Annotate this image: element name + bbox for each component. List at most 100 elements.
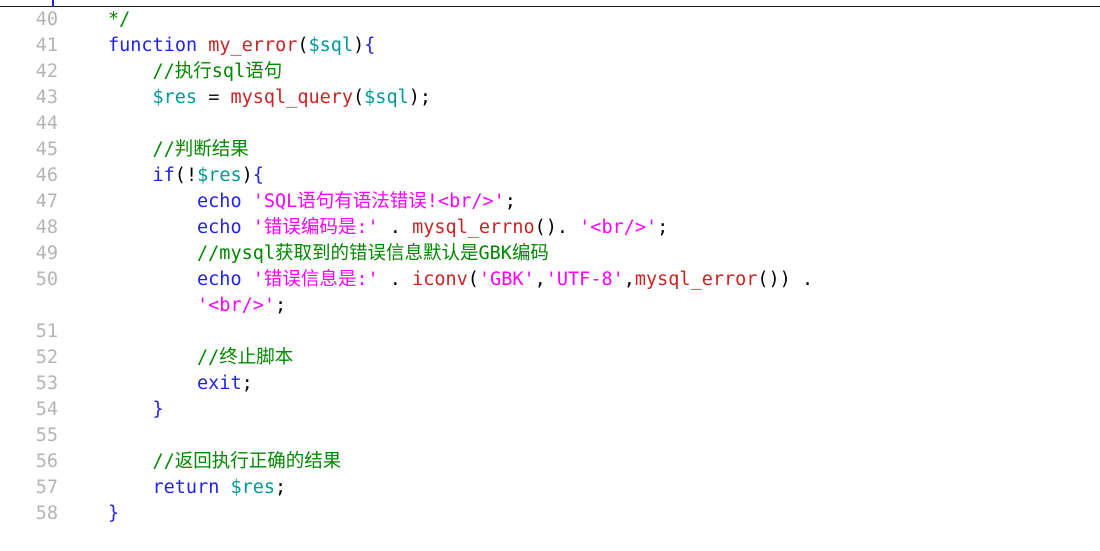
token-pun: . bbox=[389, 217, 401, 238]
line-number: 58 bbox=[35, 503, 58, 524]
token-brc: } bbox=[152, 399, 164, 420]
code-line-content: function my_error($sql){ bbox=[108, 33, 375, 59]
code-line[interactable]: 54} bbox=[0, 397, 1100, 423]
token-kw: echo bbox=[197, 269, 242, 290]
line-number: 46 bbox=[35, 165, 58, 186]
line-number: 49 bbox=[35, 243, 58, 264]
code-line-content: if(!$res){ bbox=[153, 163, 264, 189]
line-number: 42 bbox=[35, 61, 58, 82]
token-pun: ; bbox=[275, 477, 287, 498]
line-number: 48 bbox=[35, 217, 58, 238]
code-line[interactable]: 53 exit; bbox=[0, 371, 1100, 397]
token-pun: ; bbox=[241, 373, 253, 394]
token-pun: , bbox=[623, 269, 635, 290]
code-line-content: echo '错误编码是:' . mysql_errno(). '<br/>'; bbox=[197, 215, 668, 241]
token-str: 'GBK' bbox=[478, 269, 535, 290]
code-line[interactable]: 58} bbox=[0, 501, 1100, 527]
token-pun: , bbox=[534, 269, 546, 290]
token-pun: ; bbox=[504, 191, 516, 212]
token-str: '<br/>' bbox=[579, 217, 658, 238]
line-number: 55 bbox=[35, 425, 58, 446]
code-line[interactable]: 50 echo '错误信息是:' . iconv('GBK','UTF-8',my… bbox=[0, 267, 1100, 293]
code-line-content: $res = mysql_query($sql); bbox=[153, 85, 432, 111]
code-line[interactable]: 51 bbox=[0, 319, 1100, 345]
code-line[interactable]: 42 //执行sql语句 bbox=[0, 59, 1100, 85]
line-number: 44 bbox=[35, 113, 58, 134]
code-line[interactable]: 49 //mysql获取到的错误信息默认是GBK编码 bbox=[0, 241, 1100, 267]
token-pun: ( bbox=[467, 269, 479, 290]
token-pun: ; bbox=[419, 87, 432, 108]
token-var: $sql bbox=[308, 35, 354, 56]
token-kw: echo bbox=[197, 217, 242, 238]
code-line[interactable]: 43 $res = mysql_query($sql); bbox=[0, 85, 1100, 111]
token-str: '错误信息是:' bbox=[252, 269, 379, 290]
code-line[interactable]: 40 */ bbox=[0, 7, 1100, 33]
token-pun: ) bbox=[241, 165, 253, 186]
token-pun: . bbox=[389, 269, 401, 290]
token-var: $res bbox=[230, 477, 276, 498]
line-number: 52 bbox=[35, 347, 58, 368]
token-cmt: //mysql获取到的错误信息默认是GBK编码 bbox=[197, 243, 549, 264]
token-pun: ()) bbox=[757, 269, 791, 290]
column-marker-tick bbox=[52, 0, 54, 7]
code-line-content: } bbox=[108, 501, 119, 527]
code-line[interactable]: 47 echo 'SQL语句有语法错误!<br/>'; bbox=[0, 189, 1100, 215]
code-line-content: exit; bbox=[197, 371, 253, 397]
token-brc: { bbox=[252, 165, 264, 186]
token-pun: . bbox=[801, 269, 814, 290]
code-line[interactable]: 41 function my_error($sql){ bbox=[0, 33, 1100, 59]
token-pun: . bbox=[556, 217, 569, 238]
token-fn: mysql_query bbox=[230, 87, 354, 108]
code-line-content: echo '错误信息是:' . iconv('GBK','UTF-8',mysq… bbox=[197, 267, 813, 293]
line-number: 40 bbox=[35, 9, 58, 30]
token-pun: ( bbox=[174, 165, 186, 186]
line-number: 51 bbox=[35, 321, 58, 342]
code-editor[interactable]: 40 */ 41 function my_error($sql){42//执行sql语… bbox=[0, 0, 1100, 551]
code-line[interactable]: '<br/>'; bbox=[0, 293, 1100, 319]
code-line-content: //mysql获取到的错误信息默认是GBK编码 bbox=[197, 241, 549, 267]
code-line[interactable]: 46 if(!$res){ bbox=[0, 163, 1100, 189]
token-brc: } bbox=[108, 503, 120, 524]
line-number: 43 bbox=[35, 87, 58, 108]
token-str: 'UTF-8' bbox=[545, 269, 624, 290]
code-line-wrapped-content: '<br/>'; bbox=[197, 293, 286, 319]
code-line[interactable]: 55 bbox=[0, 423, 1100, 449]
line-number: 45 bbox=[35, 139, 58, 160]
code-line[interactable]: 52 //终止脚本 bbox=[0, 345, 1100, 371]
line-number: 54 bbox=[35, 399, 58, 420]
token-kw: exit bbox=[197, 373, 242, 394]
token-var: $res bbox=[152, 87, 198, 108]
token-cmt: */ bbox=[108, 9, 131, 30]
token-str: 'SQL语句有语法错误!<br/>' bbox=[252, 191, 505, 212]
code-line[interactable]: 45 //判断结果 bbox=[0, 137, 1100, 163]
token-brc: { bbox=[364, 35, 376, 56]
token-cmt: //返回执行正确的结果 bbox=[152, 451, 342, 472]
token-fn: my_error bbox=[208, 35, 298, 56]
token-plain: = bbox=[197, 87, 231, 108]
code-line-content: //返回执行正确的结果 bbox=[153, 449, 342, 475]
token-pun: ) bbox=[353, 35, 365, 56]
code-line[interactable]: 48 echo '错误编码是:' . mysql_errno(). '<br/>'… bbox=[0, 215, 1100, 241]
token-pun: () bbox=[534, 217, 557, 238]
token-pun: ) bbox=[408, 87, 420, 108]
code-line[interactable]: 44 bbox=[0, 111, 1100, 137]
token-kw: if bbox=[152, 165, 175, 186]
token-str: '<br/>' bbox=[197, 295, 275, 316]
token-fn: mysql_error bbox=[634, 269, 758, 290]
code-line[interactable]: 57 return $res; bbox=[0, 475, 1100, 501]
token-kw: echo bbox=[197, 191, 242, 212]
code-line[interactable]: 56 //返回执行正确的结果 bbox=[0, 449, 1100, 475]
token-pun: ( bbox=[353, 87, 365, 108]
code-line-content: echo 'SQL语句有语法错误!<br/>'; bbox=[197, 189, 516, 215]
token-cmt: //终止脚本 bbox=[197, 347, 294, 368]
code-lines-container[interactable]: 40 */ 41 function my_error($sql){42//执行sql语… bbox=[0, 7, 1100, 551]
